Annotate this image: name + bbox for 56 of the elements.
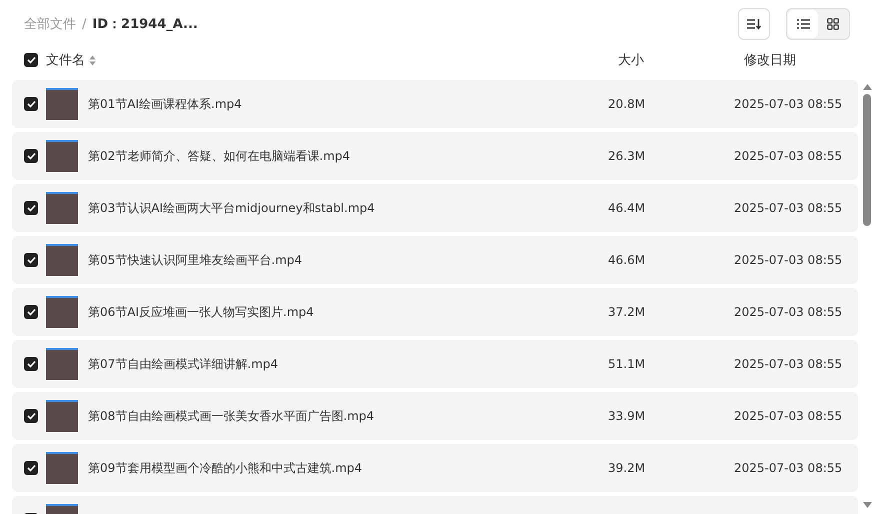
- column-header[interactable]: 文件名: [46, 51, 85, 69]
- file-size: 46.6M: [608, 253, 646, 267]
- check-icon: [26, 100, 36, 108]
- video-thumbnail: [46, 140, 78, 172]
- file-row[interactable]: 第06节AI反应堆画一张人物写实图片.mp4 37.2M 2025-07-03 08:55: [12, 288, 858, 336]
- file-name: 第02节老师简介、答疑、如何在电脑端看课.mp4: [88, 148, 352, 164]
- sort-button[interactable]: [738, 8, 770, 40]
- video-thumbnail: [46, 88, 78, 120]
- file-row[interactable]: 第07节自由绘画模式详细讲解.mp4 51.1M 2025-07-03 08:55: [12, 340, 858, 388]
- check-icon: [26, 360, 36, 368]
- check-icon: [26, 56, 36, 64]
- video-thumbnail: [46, 400, 78, 432]
- file-row[interactable]: 第09节套用模型画个冷酷的小熊和中式古建筑.mp4 39.2M 2025-07-03 08:55: [12, 444, 858, 492]
- sort-icon: [747, 18, 761, 30]
- check-icon: [26, 256, 36, 264]
- video-thumbnail: [46, 348, 78, 380]
- check-icon: [26, 152, 36, 160]
- file-row[interactable]: 第03节认识AI绘画两大平台midjourney和stabl.mp4 46.4M 2025-07-03 08:55: [12, 184, 858, 232]
- file-size: 51.1M: [608, 357, 646, 371]
- file-name: 第09节套用模型画个冷酷的小熊和中式古建筑.mp4: [88, 460, 364, 476]
- file-size: 37.2M: [608, 305, 646, 319]
- scroll-down-icon[interactable]: [862, 502, 872, 508]
- video-thumbnail: [46, 244, 78, 276]
- list-icon: [796, 19, 810, 29]
- file-row[interactable]: 第01节AI绘画课程体系.mp4 20.8M 2025-07-03 08:55: [12, 80, 858, 128]
- breadcrumb-current: ID：21944_A...: [92, 16, 198, 33]
- video-thumbnail: [46, 296, 78, 328]
- video-thumbnail: [46, 192, 78, 224]
- file-name: 第03节认识AI绘画两大平台midjourney和stabl.mp4: [88, 200, 376, 216]
- video-thumbnail: [46, 452, 78, 484]
- sort-arrows-icon[interactable]: [89, 54, 96, 66]
- check-icon: [26, 204, 36, 212]
- file-name: 第01节AI绘画课程体系.mp4: [88, 96, 243, 112]
- breadcrumb-separator: /: [82, 16, 86, 32]
- file-size: 26.3M: [608, 149, 646, 163]
- scrollbar-thumb[interactable]: [863, 94, 871, 226]
- column-header: 修改日期: [744, 52, 797, 69]
- file-size: 33.9M: [608, 409, 646, 423]
- file-row[interactable]: 第05节快速认识阿里堆友绘画平台.mp4 46.6M 2025-07-03 08:55: [12, 236, 858, 284]
- select-all-checkbox[interactable]: [24, 53, 38, 67]
- scroll-up-icon[interactable]: [862, 84, 872, 90]
- check-icon: [26, 412, 36, 420]
- grid-icon: [827, 18, 839, 30]
- file-row[interactable]: 第02节老师简介、答疑、如何在电脑端看课.mp4 26.3M 2025-07-03 08:55: [12, 132, 858, 180]
- check-icon: [26, 464, 36, 472]
- file-name: 第06节AI反应堆画一张人物写实图片.mp4: [88, 304, 315, 320]
- file-name: 第05节快速认识阿里堆友绘画平台.mp4: [88, 252, 304, 268]
- file-size: 39.2M: [608, 461, 646, 475]
- file-name: 第08节自由绘画模式画一张美女香水平面广告图.mp4: [88, 408, 376, 424]
- file-size: 20.8M: [608, 97, 646, 111]
- file-row[interactable]: 第08节自由绘画模式画一张美女香水平面广告图.mp4 33.9M 2025-07-03 08:55: [12, 392, 858, 440]
- column-header: 大小: [618, 52, 645, 69]
- list-view-button[interactable]: [788, 10, 818, 38]
- file-name: 第07节自由绘画模式详细讲解.mp4: [88, 356, 280, 372]
- check-icon: [26, 308, 36, 316]
- file-size: 46.4M: [608, 201, 646, 215]
